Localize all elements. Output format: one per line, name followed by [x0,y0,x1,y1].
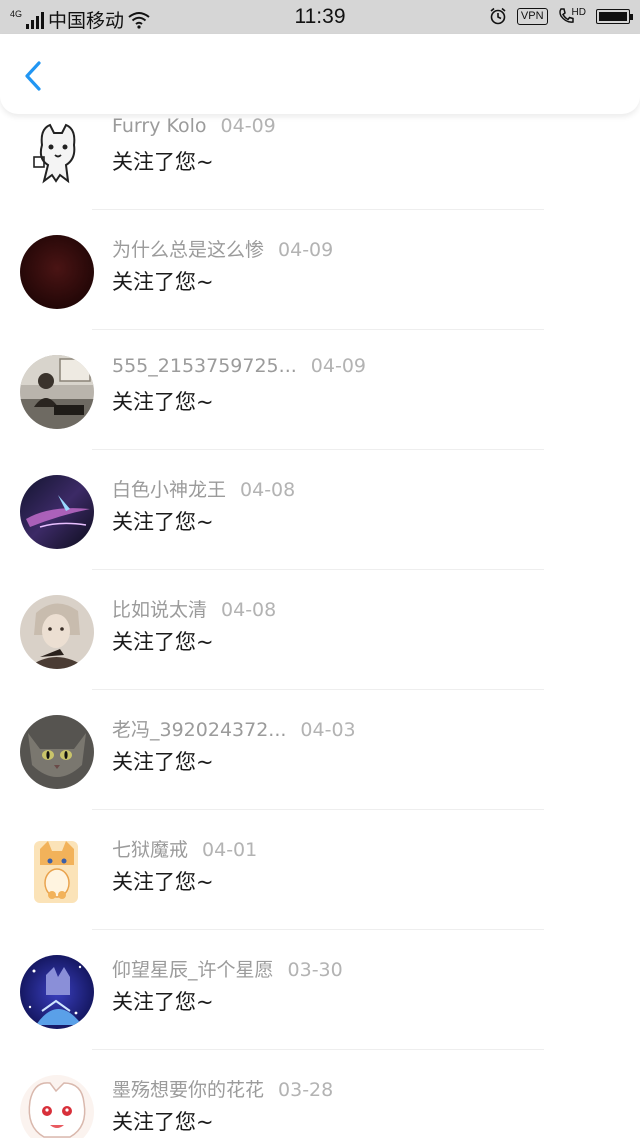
follower-name[interactable]: 比如说太清 [112,599,207,621]
notification-date: 04-08 [221,599,277,621]
list-item[interactable]: 为什么总是这么惨 04-09 关注了您~ [0,210,640,330]
list-item[interactable]: 七狱魔戒 04-01 关注了您~ [0,810,640,930]
status-right: VPN HD [489,7,633,25]
list-item[interactable]: Furry Kolo 04-09 关注了您~ [0,114,640,210]
avatar[interactable] [20,595,94,669]
list-item[interactable]: 555_2153759725... 04-09 关注了您~ [0,330,640,450]
avatar[interactable] [20,1075,94,1138]
hd-call-icon: HD [558,7,586,25]
follower-name-line: 比如说太清 04-08 [112,595,276,622]
follower-name-line: 七狱魔戒 04-01 [112,835,257,862]
notification-message: 关注了您~ [112,270,214,294]
avatar[interactable] [20,715,94,789]
list-item[interactable]: 老冯_392024372... 04-03 关注了您~ [0,690,640,810]
vpn-badge: VPN [516,7,548,25]
nav-bar [0,34,640,114]
hd-label: HD [571,7,586,18]
follower-name[interactable]: 仰望星辰_许个星愿 [112,959,274,981]
notification-date: 04-09 [278,239,334,261]
alarm-icon [490,7,506,25]
notification-date: 03-30 [287,959,343,981]
follower-notification-list: Furry Kolo 04-09 关注了您~ 为什么总是这么惨 04-09 关注了您… [0,114,640,1138]
follower-name[interactable]: Furry Kolo [112,115,207,137]
notification-message: 关注了您~ [112,390,214,414]
avatar[interactable] [20,955,94,1029]
follower-name[interactable]: 老冯_392024372... [112,719,286,741]
chevron-left-icon [25,61,41,91]
notification-date: 04-09 [310,355,366,377]
follower-name-line: 墨殇想要你的花花 03-28 [112,1075,333,1102]
notification-date: 04-03 [300,719,356,741]
list-item[interactable]: 白色小神龙王 04-08 关注了您~ [0,450,640,570]
notification-date: 04-01 [202,839,258,861]
follower-name-line: 白色小神龙王 04-08 [112,475,295,502]
status-bar: 4G 中国移动 11:39 VPN HD [0,0,640,34]
avatar[interactable] [20,235,94,309]
avatar[interactable] [20,835,94,909]
avatar[interactable] [20,475,94,549]
follower-name[interactable]: 为什么总是这么惨 [112,239,264,261]
avatar[interactable] [20,355,94,429]
notification-message: 关注了您~ [112,510,214,534]
notification-date: 04-08 [240,479,296,501]
notification-message: 关注了您~ [112,1110,214,1134]
back-button[interactable] [18,60,50,92]
list-item[interactable]: 比如说太清 04-08 关注了您~ [0,570,640,690]
follower-name-line: 老冯_392024372... 04-03 [112,715,356,742]
notification-date: 04-09 [220,115,276,137]
battery-icon [596,8,633,24]
notification-message: 关注了您~ [112,630,214,654]
follower-name[interactable]: 墨殇想要你的花花 [112,1079,264,1101]
follower-name-line: Furry Kolo 04-09 [112,115,276,137]
notification-message: 关注了您~ [112,870,214,894]
follower-name-line: 555_2153759725... 04-09 [112,355,366,377]
follower-name[interactable]: 555_2153759725... [112,355,297,377]
follower-name-line: 为什么总是这么惨 04-09 [112,235,333,262]
notification-date: 03-28 [278,1079,334,1101]
follower-name-line: 仰望星辰_许个星愿 03-30 [112,955,343,982]
list-item[interactable]: 仰望星辰_许个星愿 03-30 关注了您~ [0,930,640,1050]
notification-message: 关注了您~ [112,750,214,774]
notification-message: 关注了您~ [112,990,214,1014]
follower-name[interactable]: 白色小神龙王 [112,479,226,501]
notification-message: 关注了您~ [112,150,214,174]
list-item[interactable]: 墨殇想要你的花花 03-28 关注了您~ [0,1050,640,1138]
avatar[interactable] [20,115,94,189]
follower-name[interactable]: 七狱魔戒 [112,839,188,861]
